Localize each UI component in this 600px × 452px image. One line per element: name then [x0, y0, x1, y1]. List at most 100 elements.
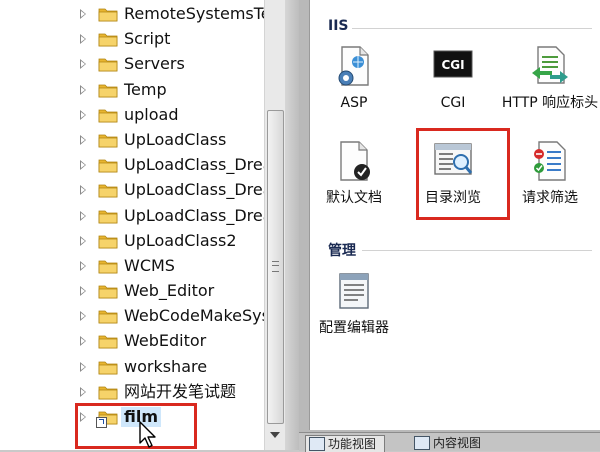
feature-configuration-editor[interactable]: 配置编辑器 — [306, 270, 402, 338]
expand-arrow-icon[interactable] — [80, 134, 86, 145]
scroll-thumb[interactable] — [267, 110, 284, 424]
default-document-icon — [340, 141, 370, 181]
group-title-manage: 管理 — [328, 243, 356, 259]
expand-arrow-icon[interactable] — [80, 235, 86, 246]
scroll-down-arrow-icon[interactable] — [270, 432, 280, 438]
tree-item-label: RemoteSystemsTer — [124, 4, 264, 23]
tree-item[interactable]: WebEditor — [0, 329, 264, 354]
expand-arrow-icon[interactable] — [80, 9, 86, 19]
scroll-grip-icon — [272, 261, 279, 272]
folder-icon — [98, 359, 118, 375]
expand-arrow-icon[interactable] — [80, 311, 86, 322]
view-tabs: 功能视图 内容视图 — [299, 432, 600, 452]
folder-icon — [98, 56, 118, 72]
feature-label: 请求筛选 — [522, 190, 578, 206]
folder-icon — [98, 308, 118, 324]
feature-label: 配置编辑器 — [319, 320, 389, 336]
tree-item[interactable]: WCMS — [0, 254, 264, 279]
feature-default-document[interactable]: 默认文档 — [306, 140, 402, 208]
tree-item[interactable]: UpLoadClass_Dreac — [0, 204, 264, 229]
tree-item[interactable]: UpLoadClass_Dreac — [0, 153, 264, 178]
tree-item-label: 网站开发笔试题 — [124, 381, 237, 401]
configuration-editor-icon — [339, 273, 369, 309]
expand-arrow-icon[interactable] — [80, 336, 86, 347]
tab-label: 功能视图 — [328, 437, 377, 451]
tree-item-label: Web_Editor — [124, 281, 215, 301]
folder-icon — [98, 6, 118, 22]
tree-item-label: WCMS — [124, 255, 175, 275]
folder-icon — [98, 258, 118, 274]
expand-arrow-icon[interactable] — [80, 34, 86, 45]
expand-arrow-icon[interactable] — [80, 260, 86, 271]
expand-arrow-icon[interactable] — [80, 210, 86, 221]
tree-item[interactable]: UpLoadClass2 — [0, 229, 264, 254]
content-view-icon — [414, 436, 430, 450]
tree-scrollbar[interactable] — [264, 0, 285, 450]
features-pane: IIS ASP CGI CGI HTTP 响应标头 默认文档 目录浏览 请求筛选… — [299, 0, 600, 450]
asp-icon — [338, 46, 369, 86]
folder-icon — [98, 157, 118, 173]
folder-icon — [98, 182, 118, 198]
feature-request-filtering[interactable]: 请求筛选 — [500, 140, 600, 208]
folder-icon — [98, 107, 118, 123]
cgi-icon: CGI — [433, 50, 473, 78]
tree-list: RemoteSystemsTer Script Servers Temp upload U… — [0, 2, 264, 430]
folder-icon — [98, 208, 118, 224]
tree-item[interactable]: workshare — [0, 355, 264, 380]
tree-item[interactable]: Web_Editor — [0, 279, 264, 304]
directory-browsing-highlight-box — [416, 128, 510, 220]
expand-arrow-icon[interactable] — [80, 286, 86, 297]
tab-features-view[interactable]: 功能视图 — [305, 435, 386, 452]
mouse-cursor-icon — [139, 421, 156, 448]
features-view-icon — [309, 437, 325, 451]
features-canvas: IIS ASP CGI CGI HTTP 响应标头 默认文档 目录浏览 请求筛选… — [309, 0, 600, 430]
tree-item-label: Script — [124, 29, 171, 49]
tree-item-label: workshare — [124, 356, 208, 376]
tree-item[interactable]: UpLoadClass — [0, 128, 264, 153]
tree-item-label: upload — [124, 104, 179, 124]
folder-icon — [98, 31, 118, 47]
feature-http-response-headers[interactable]: HTTP 响应标头 — [500, 45, 600, 113]
feature-cgi[interactable]: CGI CGI — [405, 45, 501, 113]
feature-label: HTTP 响应标头 — [501, 95, 599, 111]
cgi-icon-text: CGI — [441, 58, 464, 72]
tree-item-label: Temp — [124, 79, 167, 99]
tree-item-label: UpLoadClass_Dreac — [124, 205, 264, 225]
tree-item[interactable]: WebCodeMakeSyst — [0, 304, 264, 329]
tree-item[interactable]: UpLoadClass_Dreac — [0, 178, 264, 203]
folder-icon — [98, 233, 118, 249]
tree-item-label: UpLoadClass2 — [124, 230, 237, 250]
feature-label: CGI — [440, 95, 466, 111]
folder-tree[interactable]: RemoteSystemsTer Script Servers Temp upload U… — [0, 0, 264, 450]
feature-label: ASP — [340, 95, 368, 111]
tree-item[interactable]: 网站开发笔试题 — [0, 380, 264, 405]
expand-arrow-icon[interactable] — [80, 160, 86, 171]
tree-item-label: WebEditor — [124, 331, 207, 351]
feature-asp[interactable]: ASP — [306, 45, 402, 113]
feature-label: 默认文档 — [326, 190, 382, 206]
expand-arrow-icon[interactable] — [80, 59, 86, 70]
tab-content-view[interactable]: 内容视图 — [411, 435, 481, 451]
expand-arrow-icon[interactable] — [80, 386, 86, 397]
expand-arrow-icon[interactable] — [80, 361, 86, 372]
tree-item-label: UpLoadClass_Dreac — [124, 180, 264, 200]
folder-icon — [98, 283, 118, 299]
folder-icon — [98, 82, 118, 98]
group-divider — [352, 28, 592, 29]
tree-item[interactable]: Temp — [0, 78, 264, 103]
tree-item[interactable]: upload — [0, 103, 264, 128]
request-filtering-icon — [534, 141, 566, 181]
folder-icon — [98, 384, 118, 400]
tree-item-label: Servers — [124, 54, 185, 74]
group-divider — [362, 250, 592, 251]
tree-item[interactable]: Servers — [0, 52, 264, 77]
expand-arrow-icon[interactable] — [80, 109, 86, 120]
tree-item[interactable]: RemoteSystemsTer — [0, 2, 264, 27]
tree-item-label: UpLoadClass — [124, 129, 227, 149]
tree-item-label: WebCodeMakeSyst — [124, 306, 264, 326]
http-headers-icon — [532, 46, 568, 84]
tree-item[interactable]: Script — [0, 27, 264, 52]
expand-arrow-icon[interactable] — [80, 84, 86, 95]
pane-splitter[interactable] — [285, 0, 299, 450]
expand-arrow-icon[interactable] — [80, 185, 86, 196]
